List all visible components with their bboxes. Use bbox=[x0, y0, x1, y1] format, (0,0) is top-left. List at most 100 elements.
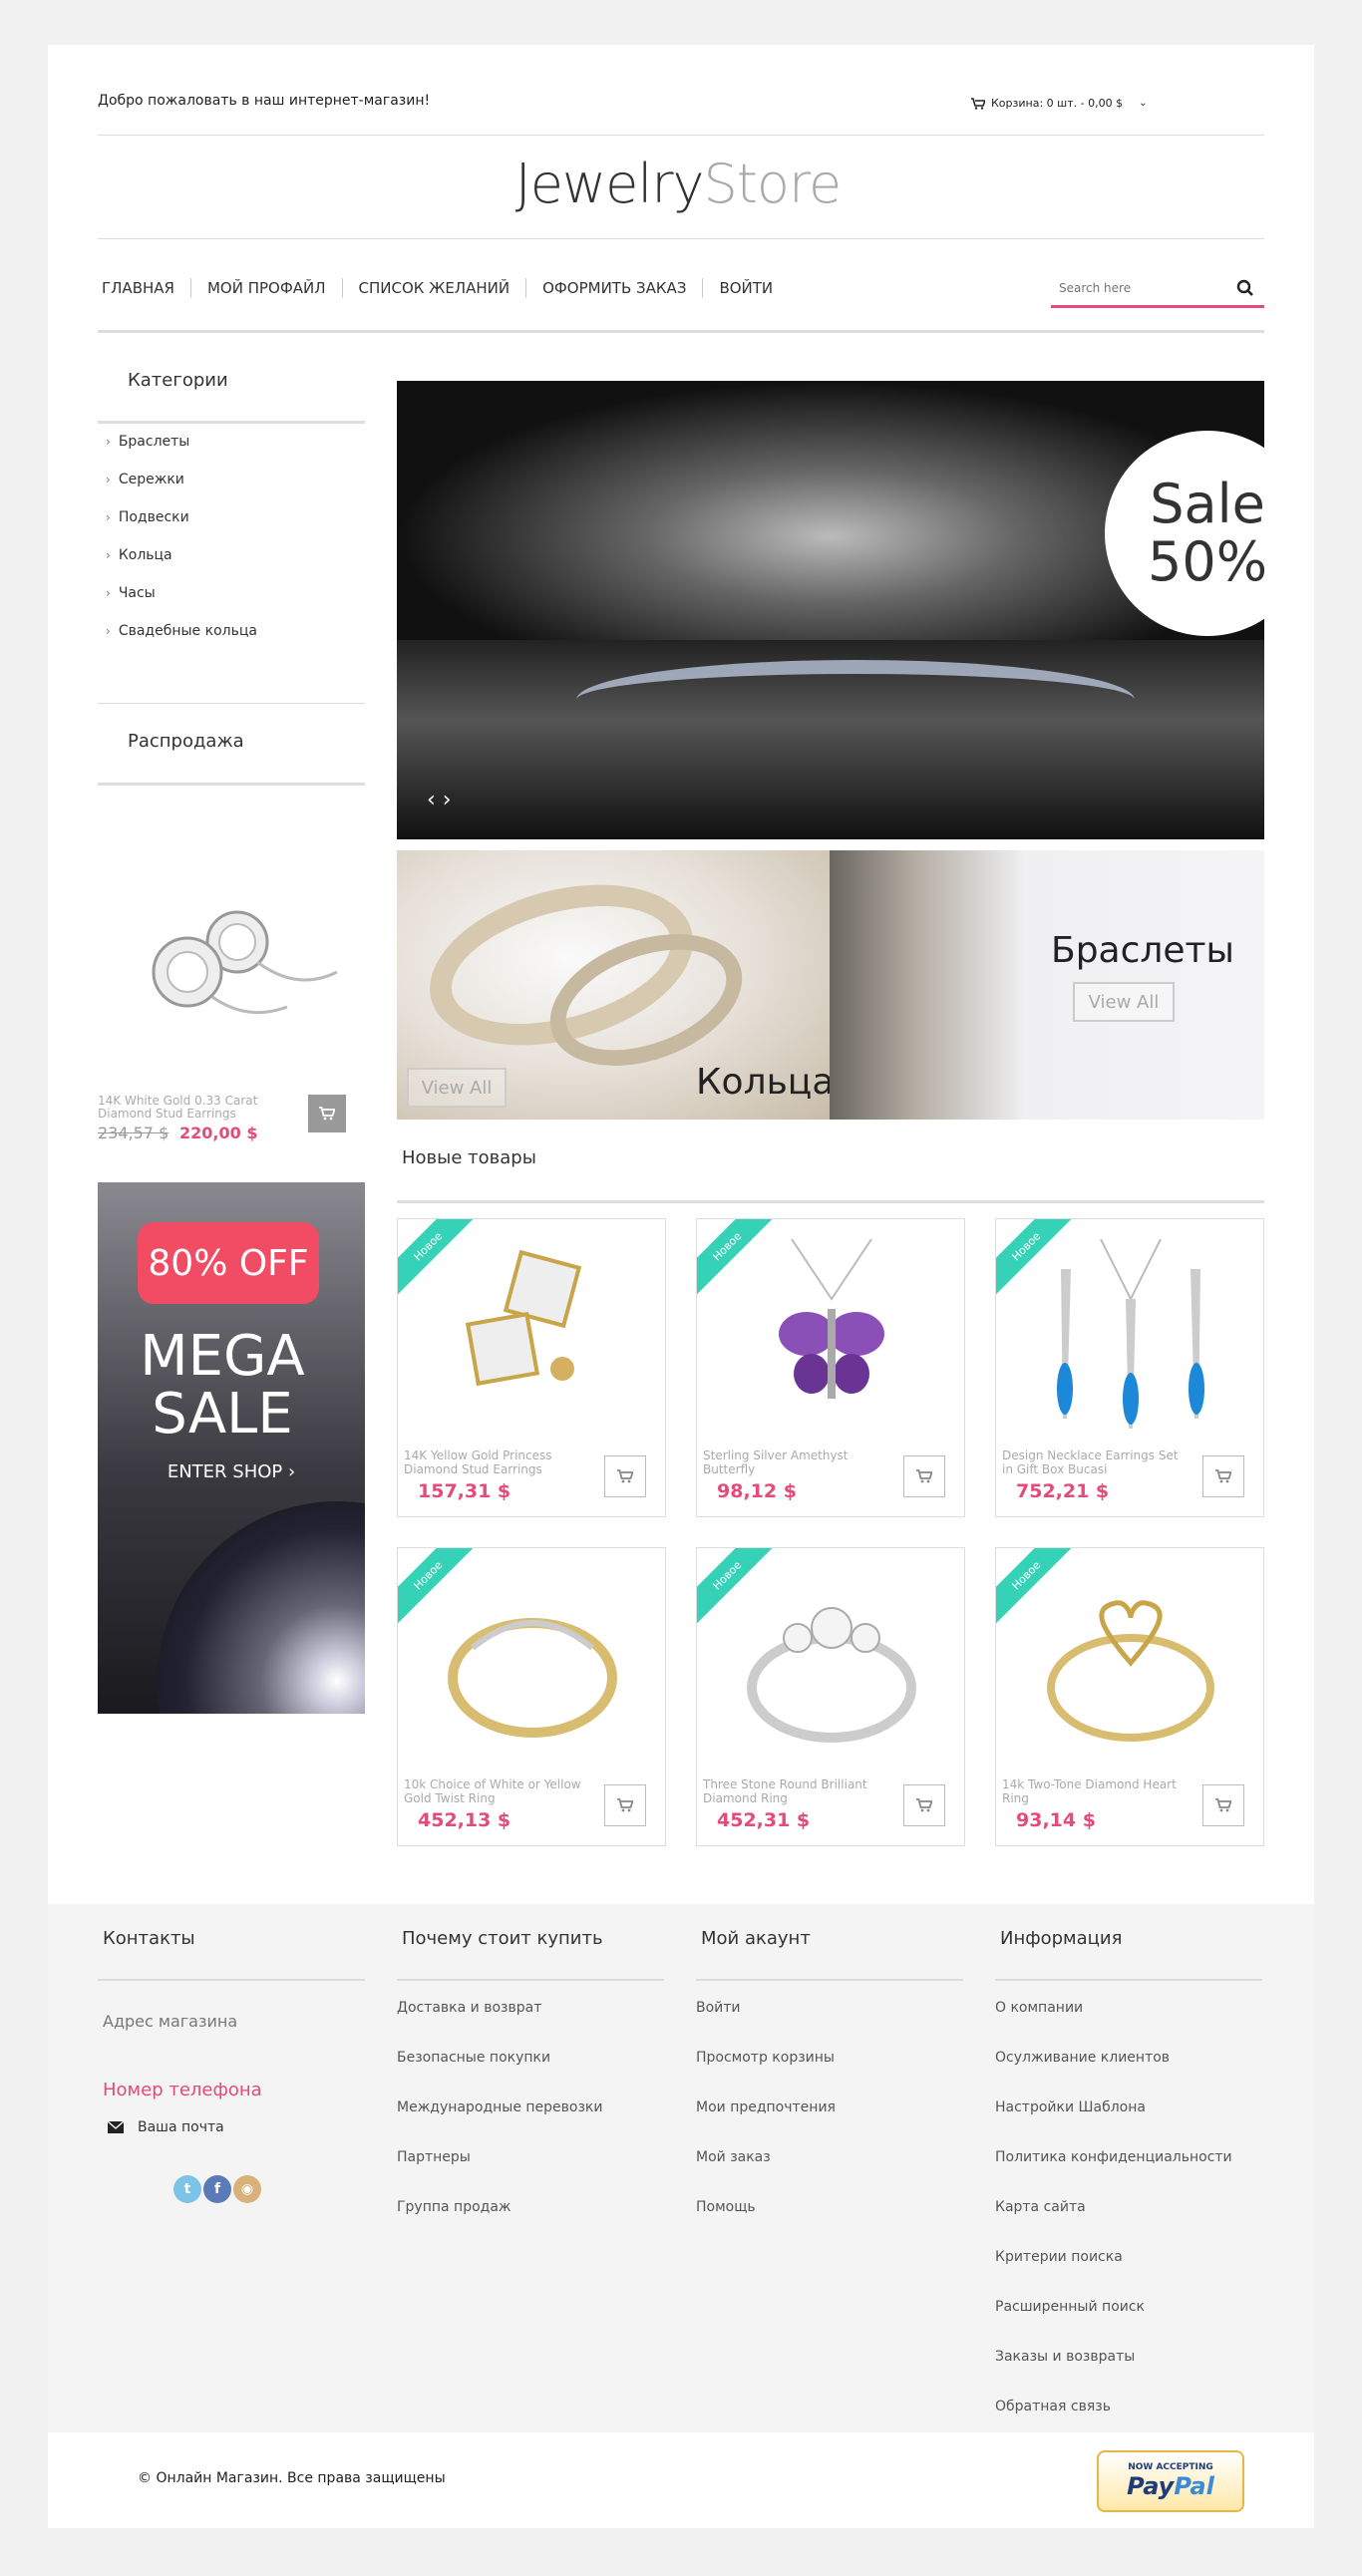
footer-link[interactable]: Просмотр корзины bbox=[696, 2050, 835, 2066]
product-name[interactable]: Sterling Silver Amethyst Butterfly bbox=[703, 1449, 892, 1476]
footer-link[interactable]: Осулживание клиентов bbox=[995, 2050, 1170, 2066]
product-price: 452,31 $ bbox=[717, 1809, 811, 1831]
product-card[interactable]: Новое Sterling Silver Amethyst Butterfly… bbox=[696, 1218, 965, 1517]
footer-email[interactable]: Ваша почта bbox=[108, 2119, 224, 2135]
category-item[interactable]: › Подвески bbox=[106, 509, 189, 525]
footer-link[interactable]: Помощь bbox=[696, 2199, 756, 2215]
category-item[interactable]: › Кольца bbox=[106, 547, 172, 563]
divider bbox=[98, 783, 365, 786]
bracelets-banner[interactable]: Браслеты View All bbox=[830, 850, 1264, 1120]
product-price: 752,21 $ bbox=[1016, 1480, 1110, 1502]
product-name[interactable]: 14k Two-Tone Diamond Heart Ring bbox=[1002, 1777, 1192, 1805]
add-to-cart-button[interactable] bbox=[604, 1784, 646, 1826]
product-card[interactable]: Новое 14k Two-Tone Diamond Heart Ring 93… bbox=[995, 1547, 1264, 1846]
mega-sale-banner[interactable]: 80% OFF MEGA SALE ENTER SHOP › bbox=[98, 1182, 365, 1714]
footer-link[interactable]: Войти bbox=[696, 2000, 741, 2016]
product-name[interactable]: 14K Yellow Gold Princess Diamond Stud Ea… bbox=[404, 1449, 593, 1476]
footer-link[interactable]: Настройки Шаблона bbox=[995, 2099, 1146, 2115]
rss-icon[interactable]: ◉ bbox=[233, 2175, 261, 2203]
bracelets-view-all-button[interactable]: View All bbox=[1073, 982, 1175, 1022]
nav-profile[interactable]: МОЙ ПРОФАЙЛ bbox=[191, 278, 343, 298]
rings-banner-title: Кольца bbox=[696, 1062, 830, 1103]
hero-slider[interactable] bbox=[397, 381, 1264, 839]
add-to-cart-button[interactable] bbox=[604, 1455, 646, 1497]
footer-link[interactable]: Карта сайта bbox=[995, 2199, 1086, 2215]
sale-circle: Sale 50% bbox=[1105, 431, 1310, 636]
chevron-right-icon: › bbox=[106, 473, 111, 486]
enter-shop-link[interactable]: ENTER SHOP › bbox=[98, 1461, 365, 1482]
product-name[interactable]: 10k Choice of White or Yellow Gold Twist… bbox=[404, 1777, 593, 1805]
divider bbox=[98, 1979, 365, 1981]
add-to-cart-button[interactable] bbox=[1202, 1784, 1244, 1826]
cart-icon bbox=[617, 1469, 633, 1483]
footer-link[interactable]: Критерии поиска bbox=[995, 2249, 1123, 2265]
product-name[interactable]: Three Stone Round Brilliant Diamond Ring bbox=[703, 1777, 892, 1805]
divider bbox=[98, 238, 1264, 239]
add-to-cart-button[interactable] bbox=[1202, 1455, 1244, 1497]
footer-link[interactable]: Мой заказ bbox=[696, 2149, 771, 2165]
chevron-down-icon: ⌄ bbox=[1139, 98, 1148, 109]
twitter-icon[interactable]: t bbox=[173, 2175, 201, 2203]
category-item[interactable]: › Свадебные кольца bbox=[106, 623, 257, 639]
footer-link[interactable]: Политика конфиденциальности bbox=[995, 2149, 1232, 2165]
product-image bbox=[418, 1558, 647, 1777]
search-input[interactable] bbox=[1059, 278, 1218, 298]
cart-summary[interactable]: Корзина: 0 шт. - 0,00 $ ⌄ bbox=[971, 97, 1147, 110]
sale-old-price: 234,57 $ bbox=[98, 1124, 170, 1142]
footer-link[interactable]: Доставка и возврат bbox=[397, 2000, 541, 2016]
sale-title: Распродажа bbox=[128, 731, 244, 752]
product-image bbox=[1016, 1229, 1245, 1449]
footer-link[interactable]: Мои предпочтения bbox=[696, 2099, 836, 2115]
footer-link[interactable]: Обратная связь bbox=[995, 2399, 1111, 2415]
category-item[interactable]: › Часы bbox=[106, 585, 156, 601]
envelope-icon bbox=[108, 2121, 124, 2133]
facebook-icon[interactable]: f bbox=[203, 2175, 231, 2203]
product-card[interactable]: Новое Three Stone Round Brilliant Diamon… bbox=[696, 1547, 965, 1846]
footer-link[interactable]: О компании bbox=[995, 2000, 1083, 2016]
footer-link[interactable]: Расширенный поиск bbox=[995, 2299, 1145, 2315]
category-item[interactable]: › Сережки bbox=[106, 472, 184, 487]
product-image bbox=[717, 1229, 946, 1449]
footer-link[interactable]: Заказы и возвраты bbox=[995, 2349, 1135, 2365]
bracelets-banner-title: Браслеты bbox=[1051, 930, 1234, 971]
cart-icon bbox=[1215, 1469, 1231, 1483]
product-card[interactable]: Новое 14K Yellow Gold Princess Diamond S… bbox=[397, 1218, 666, 1517]
add-to-cart-button[interactable] bbox=[308, 1095, 346, 1132]
sale-percent: 50% bbox=[1147, 530, 1268, 593]
nav-home[interactable]: ГЛАВНАЯ bbox=[98, 278, 191, 298]
divider bbox=[98, 703, 365, 704]
nav-wishlist[interactable]: СПИСОК ЖЕЛАНИЙ bbox=[343, 278, 527, 298]
rings-view-all-button[interactable]: View All bbox=[407, 1068, 507, 1108]
cart-icon bbox=[916, 1469, 932, 1483]
category-label: Подвески bbox=[118, 509, 189, 525]
product-card[interactable]: Новое 10k Choice of White or Yellow Gold… bbox=[397, 1547, 666, 1846]
logo-text-store: Store bbox=[703, 152, 842, 215]
sale-product-name[interactable]: 14K White Gold 0.33 Carat Diamond Stud E… bbox=[98, 1095, 297, 1121]
rings-banner[interactable]: View All Кольца bbox=[397, 850, 830, 1120]
product-name[interactable]: Design Necklace Earrings Set in Gift Box… bbox=[1002, 1449, 1192, 1476]
slider-arrows[interactable]: ‹ › bbox=[427, 788, 452, 812]
butterfly-pendant-image bbox=[779, 1239, 884, 1399]
product-image bbox=[717, 1558, 946, 1777]
footer-link[interactable]: Партнеры bbox=[397, 2149, 471, 2165]
site-logo[interactable]: Jewelry Store bbox=[515, 149, 842, 218]
nav-checkout[interactable]: ОФОРМИТЬ ЗАКАЗ bbox=[526, 278, 704, 298]
mega-line2: SALE bbox=[152, 1382, 293, 1447]
bracelet-shape bbox=[576, 660, 1135, 740]
footer-link[interactable]: Группа продаж bbox=[397, 2199, 511, 2215]
paypal-badge: NOW ACCEPTING PayPal bbox=[1097, 2450, 1244, 2512]
footer-link[interactable]: Безопасные покупки bbox=[397, 2050, 550, 2066]
search-button[interactable] bbox=[1230, 274, 1260, 302]
add-to-cart-button[interactable] bbox=[903, 1784, 945, 1826]
sale-new-price: 220,00 $ bbox=[179, 1124, 258, 1142]
footer-link[interactable]: Международные перевозки bbox=[397, 2099, 603, 2115]
chevron-right-icon: › bbox=[106, 624, 111, 638]
three-stone-ring-image bbox=[747, 1607, 916, 1743]
footer-account-title: Мой акаунт bbox=[701, 1928, 811, 1949]
nav-login[interactable]: ВОЙТИ bbox=[703, 278, 789, 298]
product-card[interactable]: Новое Design Necklace Earrings Set in Gi… bbox=[995, 1218, 1264, 1517]
page-container: Добро пожаловать в наш интернет-магазин!… bbox=[48, 45, 1314, 1904]
category-item[interactable]: › Браслеты bbox=[106, 434, 189, 450]
add-to-cart-button[interactable] bbox=[903, 1455, 945, 1497]
product-image bbox=[1016, 1558, 1245, 1777]
